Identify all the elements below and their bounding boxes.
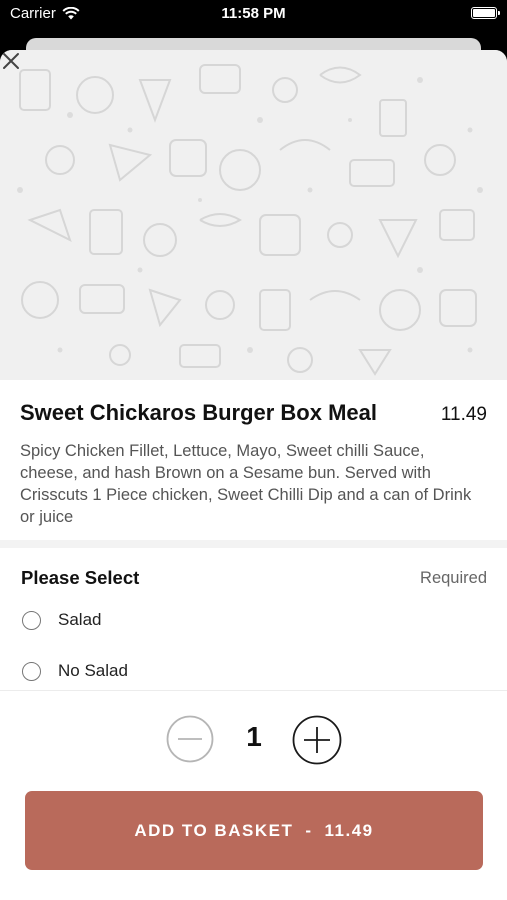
status-time: 11:58 PM (221, 5, 286, 22)
add-to-basket-button[interactable]: ADD TO BASKET - 11.49 (25, 791, 483, 870)
item-detail-sheet: Sweet Chickaros Burger Box Meal 11.49 Sp… (0, 50, 507, 900)
option-salad[interactable]: Salad (22, 608, 101, 632)
option-label: Salad (58, 610, 102, 629)
item-image-placeholder (0, 50, 507, 380)
quantity-value: 1 (246, 721, 262, 752)
status-bar: Carrier 11:58 PM (0, 0, 507, 34)
order-footer: 1 ADD TO BASKET - 11.49 (0, 690, 507, 900)
add-button-price: 11.49 (324, 820, 374, 840)
battery-icon (471, 7, 500, 19)
minus-icon[interactable] (166, 715, 214, 763)
add-button-label: ADD TO BASKET (134, 820, 294, 840)
radio-button[interactable] (22, 610, 41, 630)
required-label: Required (420, 569, 487, 587)
option-group-title: Please Select (21, 567, 140, 588)
close-icon[interactable] (0, 50, 22, 72)
item-price: 11.49 (440, 404, 487, 425)
item-description: Spicy Chicken Fillet, Lettuce, Mayo, Swe… (20, 442, 472, 526)
radio-button[interactable] (22, 661, 41, 681)
add-button-separator: - (305, 820, 313, 840)
plus-icon[interactable] (292, 715, 342, 765)
option-label: No Salad (58, 661, 128, 680)
option-no-salad[interactable]: No Salad (22, 659, 128, 683)
item-title: Sweet Chickaros Burger Box Meal (20, 400, 378, 425)
section-divider (0, 540, 507, 548)
food-pattern-background (17, 64, 483, 376)
